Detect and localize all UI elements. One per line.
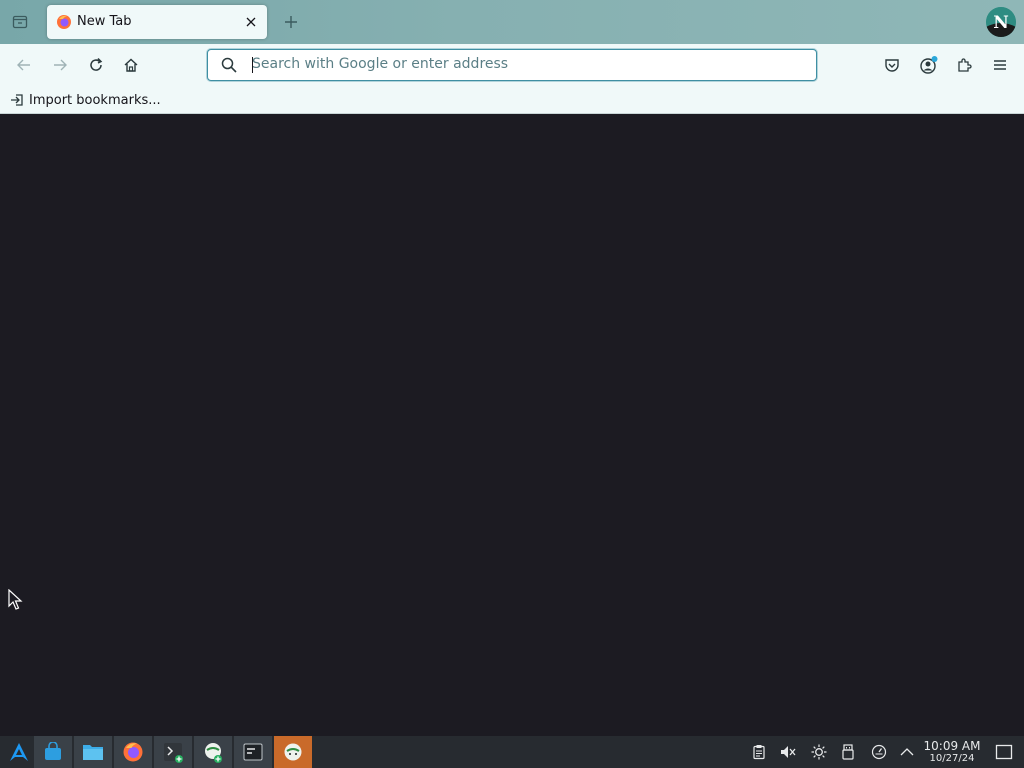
extensions-button[interactable]	[950, 51, 978, 79]
back-icon	[17, 59, 30, 71]
tab-close-button[interactable]	[243, 14, 259, 30]
plus-icon	[285, 16, 297, 28]
mouse-cursor-icon	[8, 589, 23, 610]
text-caret	[252, 57, 253, 73]
clipboard-icon	[753, 745, 765, 760]
search-input[interactable]	[252, 51, 802, 77]
home-icon	[124, 58, 138, 72]
taskbar-firefox[interactable]	[114, 736, 152, 768]
taskbar-cat-app-active[interactable]	[274, 736, 312, 768]
taskbar-file-manager[interactable]	[74, 736, 112, 768]
show-desktop-icon	[995, 744, 1013, 760]
reload-button[interactable]	[82, 51, 110, 79]
show-desktop-button[interactable]	[994, 743, 1014, 761]
search-icon	[221, 57, 237, 73]
digital-clock[interactable]: 10:09 AM 10/27/24	[922, 739, 982, 765]
window-manager-icon	[243, 743, 263, 761]
tab-list-button[interactable]	[6, 9, 34, 35]
application-launcher[interactable]	[0, 736, 38, 768]
taskbar-terminal[interactable]	[154, 736, 192, 768]
tab-strip: New Tab N	[0, 0, 1024, 44]
taskbar-store[interactable]	[34, 736, 72, 768]
taskbar-cat-app[interactable]	[194, 736, 232, 768]
navigation-toolbar	[0, 44, 1024, 86]
brightness-icon	[811, 744, 827, 760]
tray-expand-icon	[900, 748, 914, 756]
terminal-icon	[164, 743, 183, 763]
tab-list-icon	[12, 15, 28, 29]
svg-text:N: N	[993, 13, 1009, 33]
profile-avatar[interactable]: N	[986, 7, 1016, 37]
menu-icon	[994, 60, 1006, 70]
cat-app-active-icon	[284, 743, 302, 761]
clipboard-button[interactable]	[750, 743, 768, 761]
taskbar-window-manager[interactable]	[234, 736, 272, 768]
home-button[interactable]	[117, 51, 145, 79]
import-bookmarks-label: Import bookmarks...	[29, 92, 161, 108]
import-icon	[11, 94, 23, 106]
account-button[interactable]	[915, 51, 943, 79]
updates-icon	[871, 744, 887, 760]
cat-app-icon	[205, 743, 222, 763]
tab-title: New Tab	[77, 14, 132, 29]
tab-new-tab[interactable]: New Tab	[47, 5, 267, 39]
clock-time: 10:09 AM	[923, 739, 981, 753]
firefox-icon	[123, 742, 143, 762]
tray-expand-button[interactable]	[898, 743, 916, 761]
volume-muted-icon	[781, 746, 796, 758]
app-menu-button[interactable]	[986, 51, 1014, 79]
brightness-button[interactable]	[810, 743, 828, 761]
updates-button[interactable]	[870, 743, 888, 761]
pocket-icon	[885, 59, 899, 72]
pocket-button[interactable]	[878, 51, 906, 79]
usb-icon	[842, 744, 854, 760]
close-icon	[246, 17, 256, 27]
back-button[interactable]	[10, 51, 38, 79]
new-tab-button[interactable]	[279, 10, 303, 34]
extensions-icon	[958, 58, 972, 72]
reload-icon	[90, 57, 103, 71]
app-launcher-icon	[10, 743, 28, 761]
taskbar: 10:09 AM 10/27/24	[0, 736, 1024, 768]
volume-button[interactable]	[779, 743, 797, 761]
clock-date: 10/27/24	[929, 753, 975, 764]
bookmarks-toolbar: Import bookmarks...	[0, 86, 1024, 114]
account-icon	[920, 56, 938, 74]
firefox-icon	[57, 15, 71, 29]
store-icon	[45, 742, 61, 760]
avatar-icon: N	[986, 7, 1016, 37]
forward-button[interactable]	[46, 51, 74, 79]
removable-devices-button[interactable]	[839, 743, 857, 761]
address-bar[interactable]	[207, 49, 817, 81]
forward-icon	[54, 59, 67, 71]
file-manager-icon	[83, 745, 103, 760]
import-bookmarks-button[interactable]: Import bookmarks...	[10, 90, 161, 110]
page-content[interactable]	[0, 114, 1024, 736]
